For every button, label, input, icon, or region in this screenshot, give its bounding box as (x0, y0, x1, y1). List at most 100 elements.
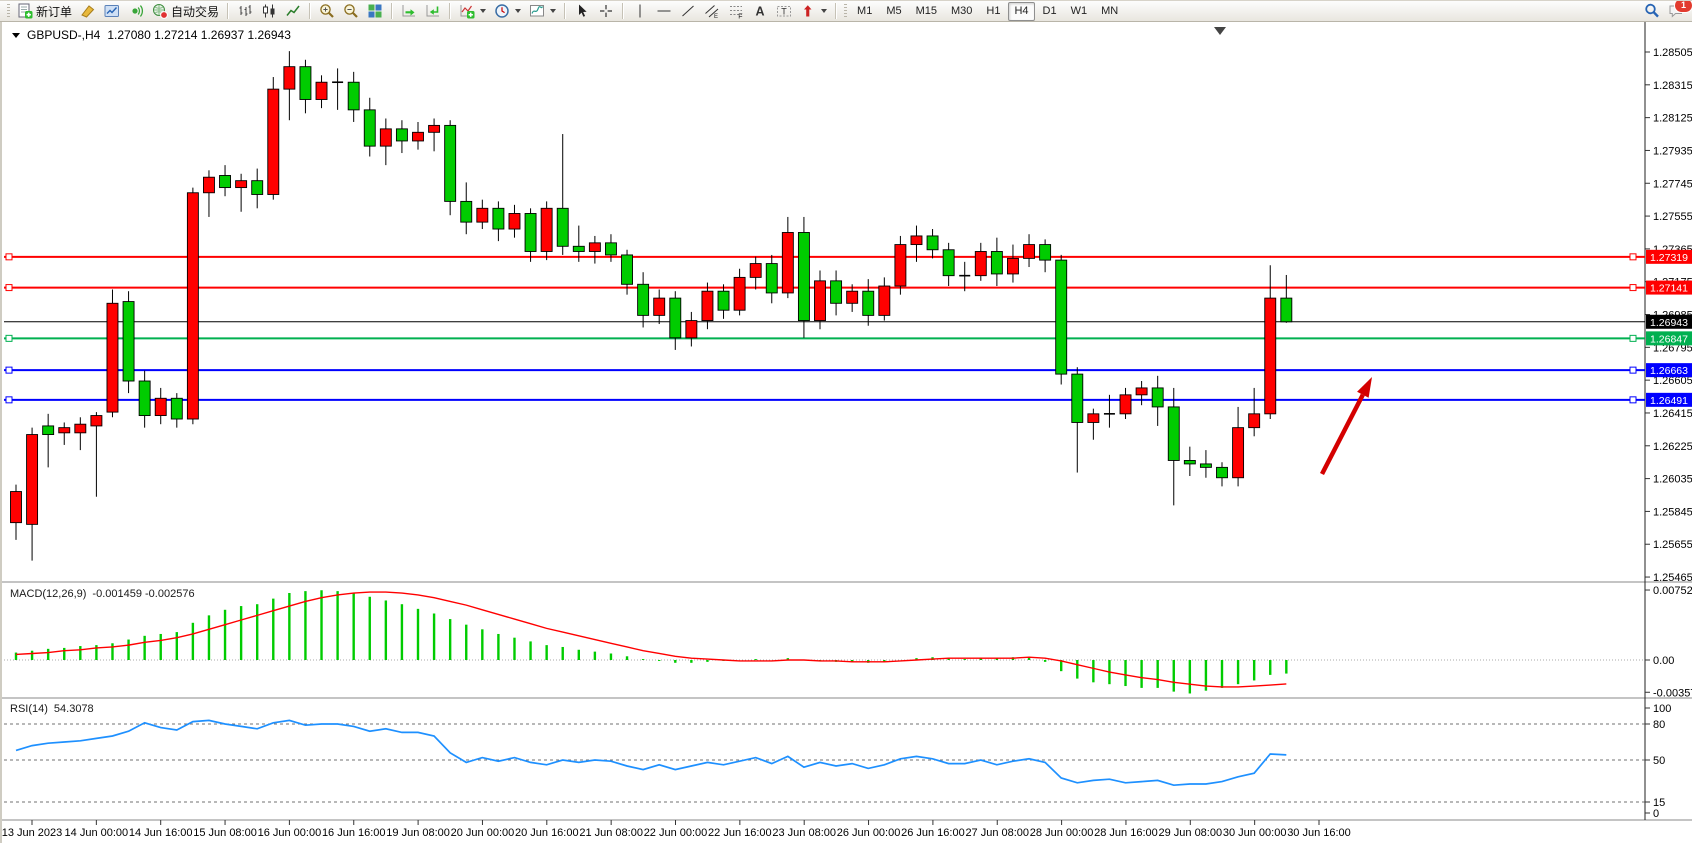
search-button[interactable] (1640, 1, 1664, 22)
zoom-out-icon (343, 3, 359, 19)
text-tool-button[interactable]: A (748, 1, 772, 22)
candle-body (1040, 245, 1051, 261)
candle-body (364, 110, 375, 146)
candle-body (1233, 428, 1244, 478)
channel-tool-button[interactable]: E (700, 1, 724, 22)
timeframe-mn-button[interactable]: MN (1095, 2, 1124, 21)
timeframe-m15-button[interactable]: M15 (910, 2, 943, 21)
line-price-badge-text: 1.27319 (1650, 252, 1688, 264)
toolbar-grip (7, 4, 10, 18)
arrows-tool-button[interactable] (796, 1, 831, 22)
candle-body (1217, 467, 1228, 477)
macd-indicator-label: MACD(12,26,9) -0.001459 -0.002576 (10, 588, 195, 600)
candle-body (509, 213, 520, 229)
candle-body (638, 284, 649, 315)
crosshair-tool-button[interactable] (594, 1, 618, 22)
line-chart-mode-button[interactable] (281, 1, 305, 22)
auto-scroll-button[interactable] (397, 1, 421, 22)
line-handle[interactable] (6, 335, 12, 341)
new-order-button[interactable]: 新订单 (13, 1, 76, 22)
timeframe-m5-button[interactable]: M5 (880, 2, 907, 21)
line-handle[interactable] (6, 397, 12, 403)
chart-symbol-period: GBPUSD-,H4 (27, 28, 100, 42)
candle-body (525, 213, 536, 251)
line-handle[interactable] (1630, 254, 1636, 260)
candle-body (766, 264, 777, 293)
periods-button[interactable] (490, 1, 525, 22)
timeframe-m30-button[interactable]: M30 (945, 2, 978, 21)
candle-body (654, 298, 665, 315)
price-chart[interactable]: 1.285051.283151.281251.279351.277451.275… (2, 22, 1692, 843)
candle-body (171, 398, 182, 419)
time-axis-label: 14 Jun 00:00 (65, 827, 129, 839)
vertical-line-tool-button[interactable] (628, 1, 652, 22)
tile-windows-button[interactable] (363, 1, 387, 22)
line-handle[interactable] (1630, 335, 1636, 341)
add-indicator-button[interactable] (455, 1, 490, 22)
macd-axis-label: 0.00 (1653, 655, 1674, 667)
line-handle[interactable] (6, 367, 12, 373)
line-handle[interactable] (1630, 285, 1636, 291)
candle-body (1168, 407, 1179, 461)
text-label-tool-button[interactable]: T (772, 1, 796, 22)
candle-body (1056, 260, 1067, 374)
price-axis-label: 1.28505 (1653, 47, 1692, 59)
svg-text:T: T (781, 6, 787, 16)
text-label-icon: T (776, 3, 792, 19)
candle-body (750, 264, 761, 278)
arrow-annotation-head[interactable] (1357, 377, 1372, 398)
candle-body (27, 435, 38, 525)
candle-body (895, 245, 906, 286)
toolbar-separator (449, 3, 451, 19)
cursor-tool-button[interactable] (570, 1, 594, 22)
hline-icon (656, 3, 672, 19)
timeframe-h4-button[interactable]: H4 (1008, 2, 1034, 21)
toolbar-separator (309, 3, 311, 19)
chart-shift-button[interactable] (421, 1, 445, 22)
fibonacci-tool-button[interactable]: F (724, 1, 748, 22)
candle-body (1265, 298, 1276, 414)
notifications-button[interactable]: 1 (1664, 1, 1688, 22)
candle-body (107, 303, 118, 412)
market-watch-icon (104, 3, 120, 19)
line-handle[interactable] (1630, 397, 1636, 403)
candle-body (187, 193, 198, 419)
rsi-axis-label: 0 (1653, 808, 1659, 820)
price-axis-label: 1.26225 (1653, 441, 1692, 453)
candle-body (348, 82, 359, 110)
line-handle[interactable] (6, 254, 12, 260)
candle-body (1281, 298, 1292, 322)
time-axis-label: 22 Jun 16:00 (708, 827, 772, 839)
candle-body (1136, 388, 1147, 395)
zoom-out-button[interactable] (339, 1, 363, 22)
timeframe-m1-button[interactable]: M1 (851, 2, 878, 21)
templates-button[interactable] (525, 1, 560, 22)
price-axis-label: 1.27555 (1653, 211, 1692, 223)
arrow-annotation[interactable] (1322, 395, 1363, 474)
timeframe-h1-button[interactable]: H1 (980, 2, 1006, 21)
candlestick-mode-button[interactable] (257, 1, 281, 22)
toolbar-separator (391, 3, 393, 19)
styler-button[interactable] (76, 1, 100, 22)
candle-body (1088, 414, 1099, 423)
chart-window[interactable]: 1.285051.283151.281251.279351.277451.275… (0, 22, 1692, 843)
timeframe-d1-button[interactable]: D1 (1037, 2, 1063, 21)
trendline-tool-button[interactable] (676, 1, 700, 22)
one-click-panel-toggle-icon[interactable] (12, 33, 20, 38)
market-watch-button[interactable] (100, 1, 124, 22)
bar-chart-mode-button[interactable] (233, 1, 257, 22)
chart-shift-marker[interactable] (1214, 27, 1226, 35)
time-axis-label: 26 Jun 16:00 (901, 827, 965, 839)
candle-body (622, 255, 633, 284)
signals-button[interactable] (124, 1, 148, 22)
candle-body (75, 424, 86, 433)
line-handle[interactable] (6, 285, 12, 291)
line-handle[interactable] (1630, 367, 1636, 373)
price-axis-label: 1.28125 (1653, 113, 1692, 125)
zoom-in-button[interactable] (315, 1, 339, 22)
line-chart-icon (285, 3, 301, 19)
timeframe-w1-button[interactable]: W1 (1065, 2, 1094, 21)
time-axis-label: 30 Jun 00:00 (1223, 827, 1287, 839)
auto-trading-button[interactable]: 自动交易 (148, 1, 223, 22)
horizontal-line-tool-button[interactable] (652, 1, 676, 22)
